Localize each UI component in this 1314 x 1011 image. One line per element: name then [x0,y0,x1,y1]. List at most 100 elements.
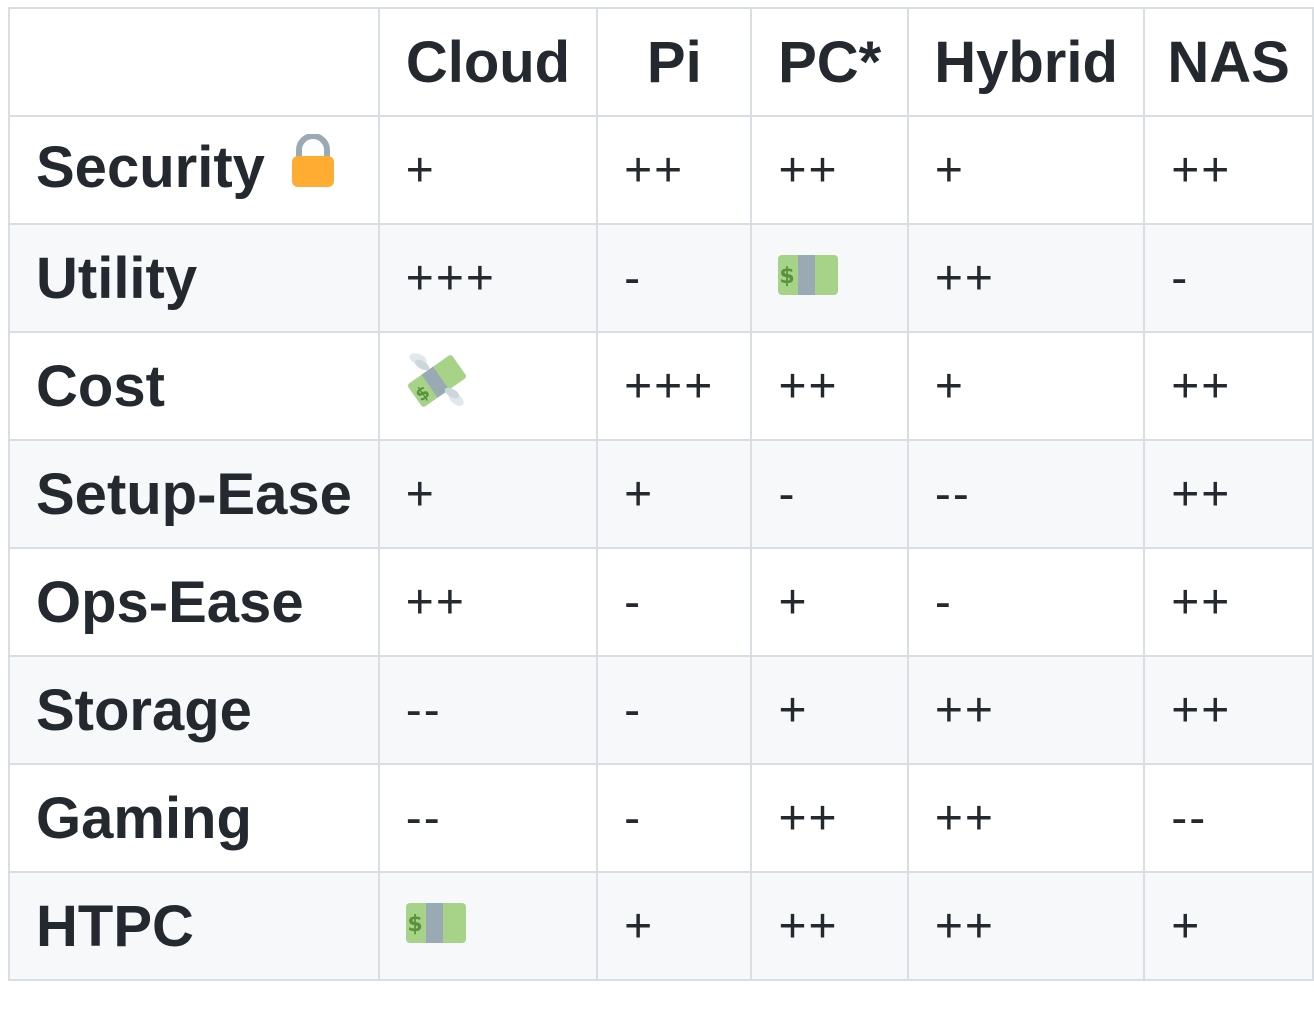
svg-text:$: $ [780,264,797,289]
comparison-table-container: Cloud Pi PC* Hybrid NAS Security + ++ ++ + ++… [8,7,1314,981]
cell-hybrid: + [906,331,1146,441]
cell-nas: + [1143,871,1314,981]
lock-icon [291,132,335,202]
money-with-wings-icon: $ [406,351,468,421]
cell-nas: ++ [1143,547,1314,657]
cell-pc: + [750,655,909,765]
rating-value: - [1171,251,1190,305]
cell-hybrid: + [906,115,1146,225]
rating-value: -- [934,467,971,521]
cell-pi: + [596,439,753,549]
row-label: Cost [36,353,165,419]
rating-value: ++ [1171,143,1232,197]
cell-nas: - [1143,223,1314,333]
rating-value: ++ [1171,359,1232,413]
row-label-cell: Setup-Ease [8,439,380,549]
comparison-table: Cloud Pi PC* Hybrid NAS Security + ++ ++ + ++… [8,7,1314,981]
rating-value: ++ [934,251,995,305]
rating-value: + [405,143,436,197]
cell-cloud: -- [377,763,599,873]
cell-hybrid: -- [906,439,1146,549]
cell-pc: $ [750,223,909,333]
cell-nas: ++ [1143,655,1314,765]
rating-value: + [778,575,809,629]
rating-value: - [624,575,643,629]
row-label-cell: Utility [8,223,380,333]
row-label: Storage [36,677,252,743]
cell-hybrid: ++ [906,871,1146,981]
row-label: Security [36,135,265,201]
cell-nas: ++ [1143,331,1314,441]
rating-value: -- [405,791,442,845]
cell-hybrid: ++ [906,763,1146,873]
cell-pc: ++ [750,763,909,873]
rating-value: ++ [778,143,839,197]
table-row-storage: Storage -- - + ++ ++ [8,655,1314,765]
cell-pi: + [596,871,753,981]
header-nas: NAS [1143,7,1314,117]
table-row-security: Security + ++ ++ + ++ [8,115,1314,225]
rating-value: ++ [1171,467,1232,521]
row-label: Ops-Ease [36,569,304,635]
rating-value: + [934,359,965,413]
row-label-cell: Gaming [8,763,380,873]
rating-value: - [934,575,953,629]
rating-value: + [778,683,809,737]
rating-value: -- [1171,791,1208,845]
header-pc: PC* [750,7,909,117]
rating-value: ++ [405,575,466,629]
cell-pi: - [596,223,753,333]
row-label: Utility [36,245,198,311]
row-label-cell: Storage [8,655,380,765]
table-row-ops-ease: Ops-Ease ++ - + - ++ [8,547,1314,657]
cell-nas: ++ [1143,115,1314,225]
table-row-utility: Utility +++ - $ ++ - [8,223,1314,333]
cell-cloud: $ [377,871,599,981]
table-row-cost: Cost $ +++ ++ + ++ [8,331,1314,441]
cell-pi: - [596,547,753,657]
rating-value: ++ [934,899,995,953]
cell-pc: ++ [750,871,909,981]
rating-value: + [934,143,965,197]
cell-pi: - [596,763,753,873]
cell-cloud: + [377,439,599,549]
row-label-cell: Cost [8,331,380,441]
cell-pi: +++ [596,331,753,441]
cell-pc: ++ [750,331,909,441]
row-label: Setup-Ease [36,461,352,527]
rating-value: ++ [1171,683,1232,737]
header-corner [8,7,380,117]
rating-value: ++ [934,791,995,845]
rating-value: +++ [624,359,715,413]
rating-value: + [624,899,655,953]
row-label: HTPC [36,893,194,959]
rating-value: + [405,467,436,521]
cell-pi: - [596,655,753,765]
rating-value: + [1171,899,1202,953]
rating-value: ++ [778,359,839,413]
header-cloud: Cloud [377,7,599,117]
rating-value: - [778,467,797,521]
table-row-gaming: Gaming -- - ++ ++ -- [8,763,1314,873]
cell-hybrid: - [906,547,1146,657]
cell-pc: + [750,547,909,657]
table-row-htpc: HTPC $ + ++ ++ + [8,871,1314,981]
row-label-cell: Ops-Ease [8,547,380,657]
rating-value: +++ [405,251,496,305]
rating-value: ++ [624,143,685,197]
cell-hybrid: ++ [906,655,1146,765]
cell-nas: -- [1143,763,1314,873]
cell-cloud: +++ [377,223,599,333]
header-pi: Pi [596,7,753,117]
cell-nas: ++ [1143,439,1314,549]
header-hybrid: Hybrid [906,7,1146,117]
rating-value: - [624,683,643,737]
cell-pi: ++ [596,115,753,225]
cell-hybrid: ++ [906,223,1146,333]
table-row-setup-ease: Setup-Ease + + - -- ++ [8,439,1314,549]
cell-pc: ++ [750,115,909,225]
rating-value: - [624,791,643,845]
rating-value: ++ [934,683,995,737]
rating-value: ++ [778,791,839,845]
cell-cloud: ++ [377,547,599,657]
